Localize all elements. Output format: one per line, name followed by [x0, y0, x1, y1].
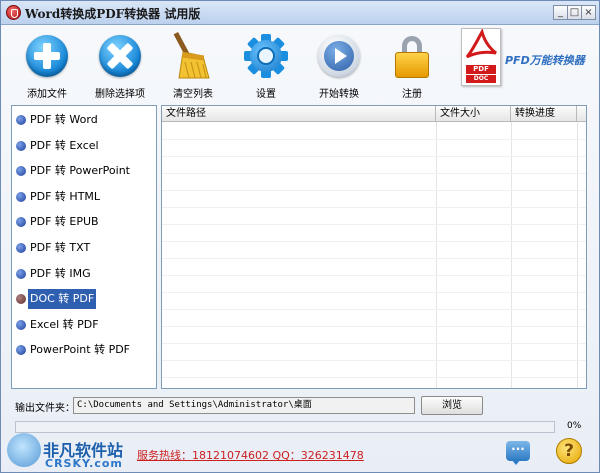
table-row-divider	[162, 275, 586, 276]
conversion-item[interactable]: PDF 转 PowerPoint	[14, 161, 154, 181]
watermark: 非凡软件站 CRSKY.com	[1, 427, 131, 472]
conversion-item[interactable]: DOC 转 PDF	[14, 289, 154, 310]
gear-icon	[242, 32, 290, 80]
table-row-divider	[162, 292, 586, 293]
bullet-icon	[16, 191, 26, 202]
conversion-item-label: PDF 转 TXT	[30, 241, 91, 254]
column-header-path[interactable]: 文件路径	[162, 106, 436, 122]
conversion-item-label: DOC 转 PDF	[28, 289, 97, 310]
start-convert-label: 开始转换	[319, 89, 359, 100]
add-file-button[interactable]: 添加文件	[12, 32, 82, 102]
pdf-document-icon: PDF DOC	[461, 28, 501, 86]
minimize-button[interactable]: _	[553, 5, 568, 20]
window-title: Word转换成PDF转换器 试用版	[25, 7, 201, 21]
delete-selected-label: 删除选择项	[95, 89, 145, 100]
conversion-item[interactable]: PDF 转 Word	[14, 110, 154, 130]
chat-icon[interactable]: ···	[506, 441, 530, 465]
lock-icon	[388, 32, 436, 80]
conversion-item[interactable]: PowerPoint 转 PDF	[14, 340, 154, 360]
progress-percent: 0%	[567, 421, 582, 431]
bullet-icon	[16, 319, 26, 330]
bullet-icon	[16, 166, 26, 177]
toolbar: 添加文件 删除选择项 清空列表 设置 开始转换 注册 PDF DOC PFD万能…	[1, 26, 599, 102]
table-row-divider	[162, 139, 586, 140]
table-row-divider	[162, 173, 586, 174]
app-window: Word转换成PDF转换器 试用版 _ □ × 添加文件 删除选择项 清空列表 …	[0, 0, 600, 473]
table-row-divider	[162, 377, 586, 378]
conversion-item-label: PDF 转 IMG	[30, 266, 91, 280]
column-divider	[436, 122, 437, 388]
conversion-item-label: PDF 转 Word	[30, 113, 98, 126]
table-header: 文件路径 文件大小 转换进度	[162, 106, 586, 122]
hotline-link[interactable]: 服务热线：18121074602 QQ：326231478	[137, 447, 364, 463]
broom-icon	[169, 31, 217, 80]
delete-icon	[96, 32, 144, 80]
delete-selected-button[interactable]: 删除选择项	[85, 32, 155, 102]
conversion-list: PDF 转 Word PDF 转 Excel PDF 转 PowerPoint PDF…	[11, 105, 157, 389]
conversion-item[interactable]: PDF 转 IMG	[14, 264, 154, 284]
title-bar[interactable]: Word转换成PDF转换器 试用版 _ □ ×	[1, 1, 599, 25]
app-logo-icon	[6, 5, 21, 20]
bullet-icon	[16, 268, 26, 279]
bullet-icon	[16, 115, 26, 125]
output-folder-field[interactable]: C:\Documents and Settings\Administrator\…	[73, 397, 415, 414]
conversion-item-label: Excel 转 PDF	[30, 317, 99, 331]
bullet-icon	[16, 140, 26, 151]
start-convert-button[interactable]: 开始转换	[304, 32, 374, 102]
conversion-item-label: PDF 转 EPUB	[30, 215, 99, 229]
pdf-tag: PDF	[466, 65, 496, 74]
table-row-divider	[162, 343, 586, 344]
bullet-icon	[16, 294, 26, 305]
add-file-label: 添加文件	[27, 89, 67, 100]
conversion-item-label: PDF 转 Excel	[30, 138, 99, 152]
column-divider	[511, 122, 512, 388]
column-divider	[577, 122, 578, 388]
table-row-divider	[162, 360, 586, 361]
conversion-item[interactable]: PDF 转 TXT	[14, 238, 154, 258]
file-table[interactable]: 文件路径 文件大小 转换进度	[161, 105, 587, 389]
watermark-domain: CRSKY.com	[45, 457, 123, 470]
watermark-globe-icon	[7, 433, 41, 467]
table-row-divider	[162, 241, 586, 242]
conversion-item-label: PDF 转 PowerPoint	[30, 164, 130, 178]
table-row-divider	[162, 156, 586, 157]
conversion-item[interactable]: PDF 转 HTML	[14, 187, 154, 207]
maximize-button[interactable]: □	[567, 5, 582, 20]
clear-list-button[interactable]: 清空列表	[158, 31, 228, 102]
brand-title: PFD万能转换器	[505, 54, 585, 67]
output-folder-label: 输出文件夹：	[15, 403, 75, 414]
settings-button[interactable]: 设置	[231, 32, 301, 102]
brand-banner: PDF DOC PFD万能转换器	[459, 26, 595, 100]
register-button[interactable]: 注册	[377, 32, 447, 102]
table-row-divider	[162, 326, 586, 327]
conversion-item-label: PDF 转 HTML	[30, 189, 101, 203]
doc-tag: DOC	[466, 75, 496, 83]
conversion-item[interactable]: PDF 转 EPUB	[14, 212, 154, 232]
conversion-item[interactable]: PDF 转 Excel	[14, 136, 154, 156]
add-icon	[23, 32, 71, 80]
bullet-icon	[16, 345, 26, 356]
column-header-progress[interactable]: 转换进度	[511, 106, 577, 122]
browse-button[interactable]: 浏览	[421, 396, 483, 415]
help-icon[interactable]: ?	[556, 438, 582, 464]
bullet-icon	[16, 217, 26, 228]
table-row-divider	[162, 207, 586, 208]
register-label: 注册	[402, 89, 422, 100]
table-row-divider	[162, 258, 586, 259]
table-row-divider	[162, 224, 586, 225]
close-button[interactable]: ×	[581, 5, 596, 20]
play-icon	[315, 32, 363, 80]
table-row-divider	[162, 309, 586, 310]
bullet-icon	[16, 243, 26, 253]
settings-label: 设置	[256, 89, 276, 100]
column-header-size[interactable]: 文件大小	[436, 106, 511, 122]
clear-list-label: 清空列表	[173, 89, 213, 100]
conversion-item[interactable]: Excel 转 PDF	[14, 315, 154, 335]
column-header-extra	[577, 106, 586, 122]
conversion-item-label: PowerPoint 转 PDF	[30, 343, 130, 357]
table-row-divider	[162, 190, 586, 191]
